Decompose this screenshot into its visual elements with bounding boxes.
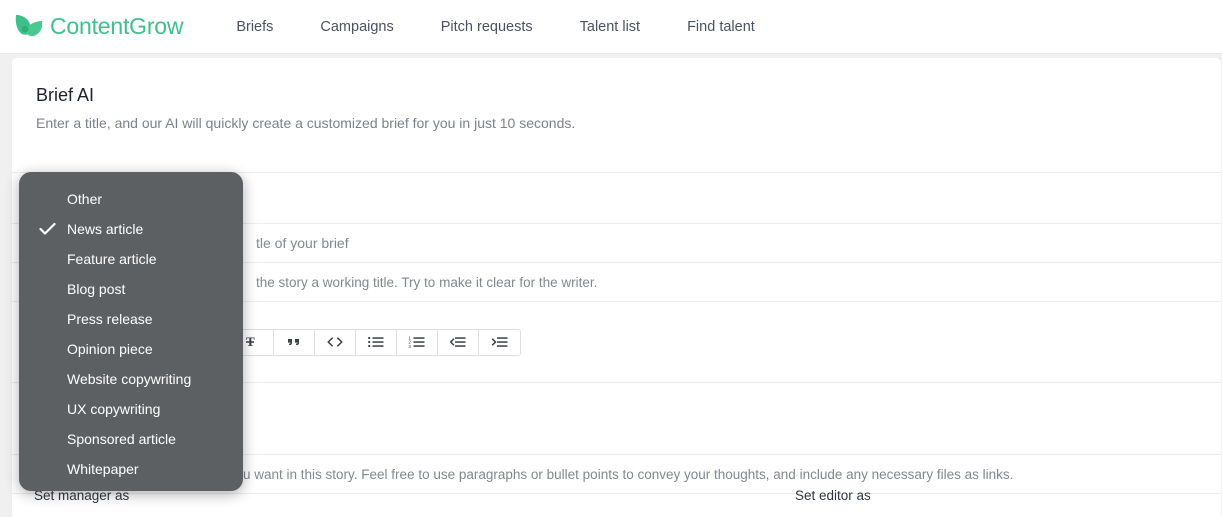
dropdown-option-whitepaper[interactable]: Whitepaper xyxy=(19,454,243,484)
set-editor-label: Set editor as xyxy=(795,488,871,503)
indent-icon[interactable] xyxy=(479,330,520,355)
dropdown-option-blog-post[interactable]: Blog post xyxy=(19,274,243,304)
dropdown-option-label: Other xyxy=(67,191,103,207)
dropdown-option-website-copywriting[interactable]: Website copywriting xyxy=(19,364,243,394)
dropdown-option-label: Blog post xyxy=(67,281,126,297)
dropdown-option-other[interactable]: Other xyxy=(19,184,243,214)
dropdown-option-label: UX copywriting xyxy=(67,401,161,417)
outdent-icon[interactable] xyxy=(438,329,479,355)
primary-nav: Briefs Campaigns Pitch requests Talent l… xyxy=(236,13,754,41)
dropdown-option-label: News article xyxy=(67,221,144,237)
numbered-list-icon[interactable]: 1 2 3 xyxy=(397,329,438,355)
dropdown-option-press-release[interactable]: Press release xyxy=(19,304,243,334)
dropdown-option-feature-article[interactable]: Feature article xyxy=(19,244,243,274)
dropdown-option-label: Whitepaper xyxy=(67,461,139,477)
brief-type-dropdown-menu[interactable]: Other News article Feature article Blog … xyxy=(19,172,243,491)
code-block-icon[interactable] xyxy=(315,329,356,355)
dropdown-option-label: Press release xyxy=(67,311,153,327)
page-subtitle: Enter a title, and our AI will quickly c… xyxy=(36,115,576,131)
nav-item-talent-list[interactable]: Talent list xyxy=(580,13,640,41)
card-header: Brief AI Enter a title, and our AI will … xyxy=(12,58,1221,131)
brand-name: ContentGrow xyxy=(50,13,184,39)
leaf-logo-icon xyxy=(12,11,46,43)
blockquote-icon[interactable] xyxy=(274,329,315,355)
brief-title-input[interactable]: tle of your brief xyxy=(256,235,349,251)
dropdown-option-sponsored-article[interactable]: Sponsored article xyxy=(19,424,243,454)
dropdown-option-label: Sponsored article xyxy=(67,431,176,447)
dropdown-option-label: Website copywriting xyxy=(67,371,192,387)
dropdown-option-opinion-piece[interactable]: Opinion piece xyxy=(19,334,243,364)
dropdown-option-news-article[interactable]: News article xyxy=(19,214,243,244)
nav-item-briefs[interactable]: Briefs xyxy=(236,13,273,41)
dropdown-option-label: Opinion piece xyxy=(67,341,153,357)
brief-body-hint: u want in this story. Feel free to use p… xyxy=(243,466,1014,482)
brief-title-hint: the story a working title. Try to make i… xyxy=(256,274,598,290)
dropdown-option-label: Feature article xyxy=(67,251,157,267)
top-navigation-bar: ContentGrow Briefs Campaigns Pitch reque… xyxy=(0,0,1222,54)
svg-text:3: 3 xyxy=(408,344,411,349)
brand-logo[interactable]: ContentGrow xyxy=(12,11,184,43)
dropdown-option-ux-copywriting[interactable]: UX copywriting xyxy=(19,394,243,424)
nav-item-campaigns[interactable]: Campaigns xyxy=(320,13,393,41)
check-icon xyxy=(38,220,56,238)
nav-item-find-talent[interactable]: Find talent xyxy=(687,13,755,41)
bullet-list-icon[interactable] xyxy=(356,329,397,355)
editor-toolbar: T 1 2 3 xyxy=(232,328,521,356)
page-title: Brief AI xyxy=(36,85,95,105)
nav-item-pitch-requests[interactable]: Pitch requests xyxy=(441,13,533,41)
